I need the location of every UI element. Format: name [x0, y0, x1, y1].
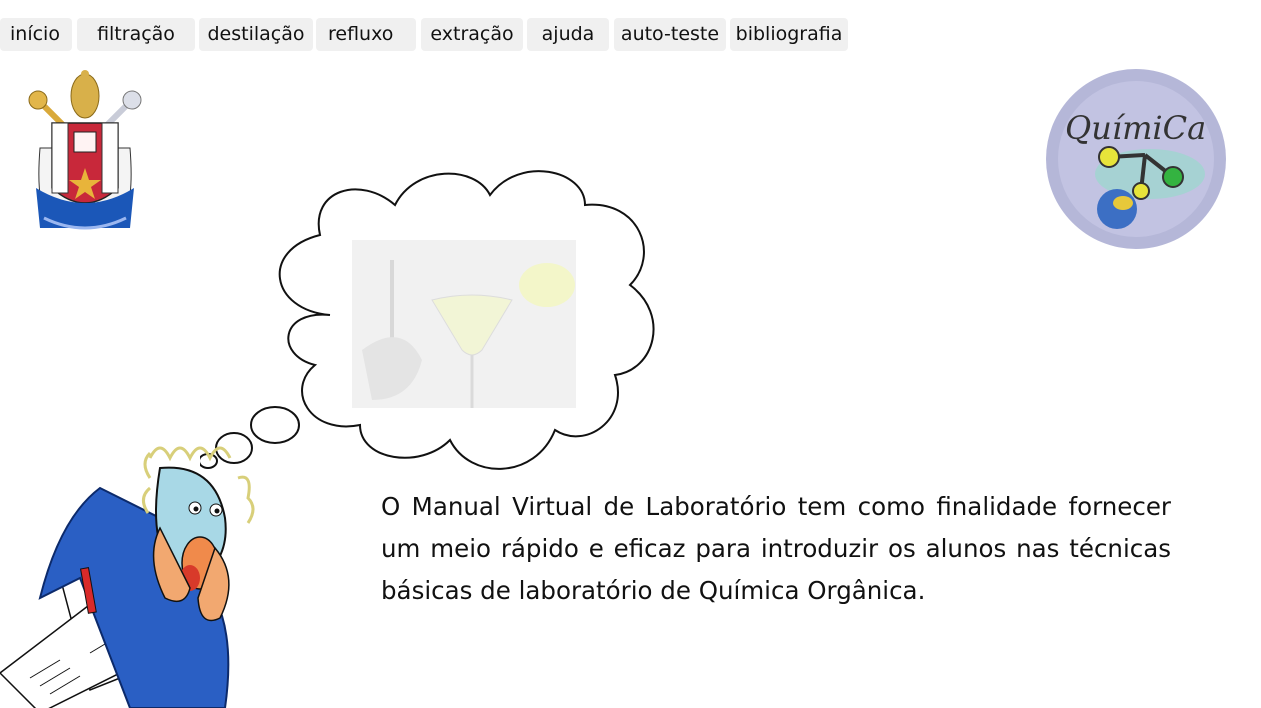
university-crest-logo — [28, 70, 142, 230]
tab-auto-teste[interactable]: auto-teste — [614, 18, 726, 51]
tab-extracao[interactable]: extração — [421, 18, 523, 51]
tab-destilacao[interactable]: destilação — [199, 18, 313, 51]
tab-ajuda[interactable]: ajuda — [527, 18, 609, 51]
tab-refluxo[interactable]: refluxo — [316, 18, 416, 51]
scientist-illustration — [0, 446, 255, 708]
intro-paragraph: O Manual Virtual de Laboratório tem como… — [381, 492, 1171, 605]
tab-inicio[interactable]: início — [0, 18, 72, 51]
tab-bibliografia[interactable]: bibliografia — [730, 18, 848, 51]
tab-filtracao[interactable]: filtração — [77, 18, 195, 51]
lab-photo — [352, 240, 576, 408]
quimica-logo: QuímiCa — [1046, 69, 1226, 249]
quimica-logo-text: QuímiCa — [1065, 109, 1206, 147]
